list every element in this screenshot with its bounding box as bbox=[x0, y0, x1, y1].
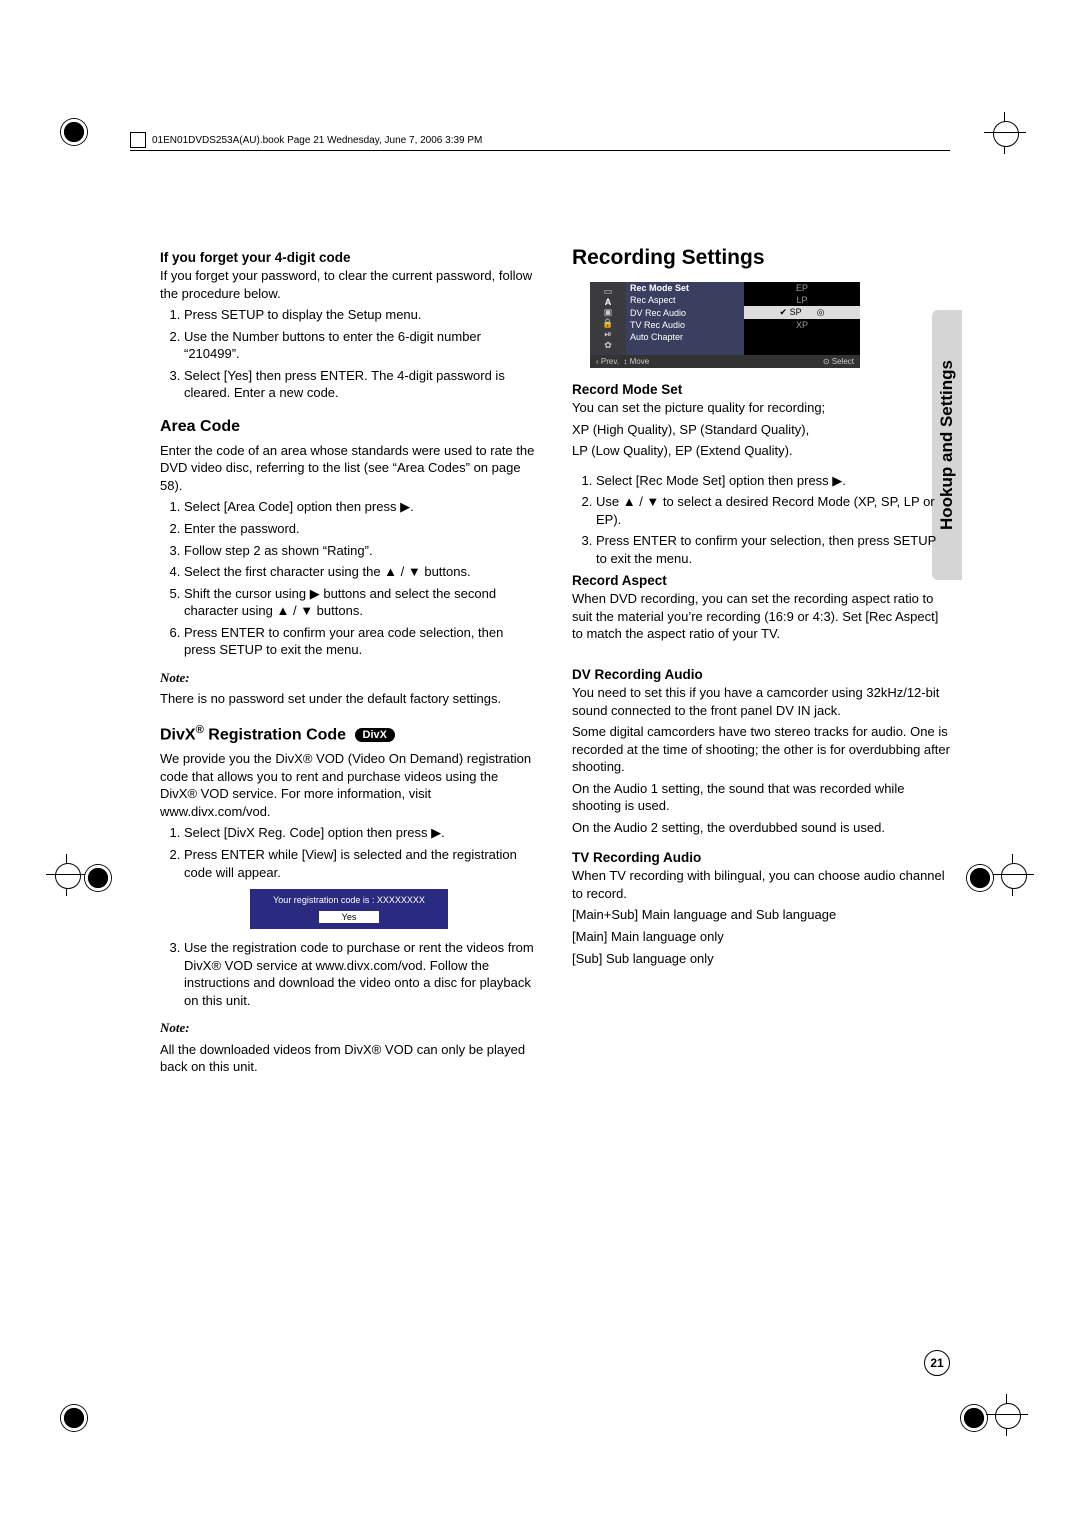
tv-rec-audio-heading: TV Recording Audio bbox=[572, 850, 950, 865]
list-item: Use the registration code to purchase or… bbox=[184, 939, 538, 1009]
book-icon bbox=[130, 132, 146, 148]
osd-menu-screenshot: ▭ A ▣ 🔒 ⏯ ✿ Rec Mode Set EP Rec Aspect L… bbox=[590, 282, 860, 368]
list-item: Press SETUP to display the Setup menu. bbox=[184, 306, 538, 324]
crop-mark bbox=[960, 1404, 988, 1432]
crop-mark bbox=[84, 864, 112, 892]
note-heading: Note: bbox=[160, 669, 538, 687]
menu-item-label: Rec Aspect bbox=[626, 294, 744, 306]
crop-mark bbox=[998, 860, 1028, 890]
rms-steps: Select [Rec Mode Set] option then press … bbox=[572, 472, 950, 568]
rms-line: LP (Low Quality), EP (Extend Quality). bbox=[572, 442, 950, 460]
area-code-steps: Select [Area Code] option then press ▶. … bbox=[160, 498, 538, 658]
area-code-intro: Enter the code of an area whose standard… bbox=[160, 442, 538, 495]
tv-rec-audio-p: [Main] Main language only bbox=[572, 928, 950, 946]
list-item: Use ▲ / ▼ to select a desired Record Mod… bbox=[596, 493, 950, 528]
divx-steps-cont: Use the registration code to purchase or… bbox=[160, 939, 538, 1009]
registration-code-dialog: Your registration code is : XXXXXXXX Yes bbox=[250, 889, 448, 929]
menu-foot-select: ⊙ Select bbox=[823, 357, 854, 366]
list-item: Use the Number buttons to enter the 6-di… bbox=[184, 328, 538, 363]
tv-rec-audio-p: When TV recording with bilingual, you ca… bbox=[572, 867, 950, 902]
divx-heading-post: Registration Code bbox=[204, 726, 346, 743]
list-item: Follow step 2 as shown “Rating”. bbox=[184, 542, 538, 560]
tv-rec-audio-p: [Sub] Sub language only bbox=[572, 950, 950, 968]
crop-mark bbox=[990, 118, 1020, 148]
left-column: If you forget your 4-digit code If you f… bbox=[160, 246, 538, 1080]
dv-rec-audio-p: On the Audio 2 setting, the overdubbed s… bbox=[572, 819, 950, 837]
page-number: 21 bbox=[924, 1350, 950, 1376]
recording-settings-title: Recording Settings bbox=[572, 246, 950, 270]
dv-rec-audio-p: Some digital camcorders have two stereo … bbox=[572, 723, 950, 776]
rms-line: XP (High Quality), SP (Standard Quality)… bbox=[572, 421, 950, 439]
dv-rec-audio-p: On the Audio 1 setting, the sound that w… bbox=[572, 780, 950, 815]
menu-value: LP bbox=[744, 294, 860, 306]
menu-icon: 🔒 bbox=[594, 318, 622, 329]
tv-rec-audio-p: [Main+Sub] Main language and Sub languag… bbox=[572, 906, 950, 924]
list-item: Press ENTER while [View] is selected and… bbox=[184, 846, 538, 881]
menu-foot-move: ↕ Move bbox=[623, 357, 649, 366]
note-body: There is no password set under the defau… bbox=[160, 690, 538, 708]
menu-icon: ✿ bbox=[594, 340, 622, 351]
divx-steps: Select [DivX Reg. Code] option then pres… bbox=[160, 824, 538, 881]
menu-value-selected: ✔ SP ◎ bbox=[744, 306, 860, 319]
divx-heading: DivX® Registration Code DivX bbox=[160, 724, 538, 744]
crop-mark bbox=[60, 118, 88, 146]
page-header: 01EN01DVDS253A(AU).book Page 21 Wednesda… bbox=[130, 130, 950, 151]
note-body: All the downloaded videos from DivX® VOD… bbox=[160, 1041, 538, 1076]
record-aspect-body: When DVD recording, you can set the reco… bbox=[572, 590, 950, 643]
menu-icon: ▭ bbox=[594, 286, 622, 297]
list-item: Select [Yes] then press ENTER. The 4-dig… bbox=[184, 367, 538, 402]
dv-rec-audio-p: You need to set this if you have a camco… bbox=[572, 684, 950, 719]
crop-mark bbox=[966, 864, 994, 892]
crop-mark bbox=[52, 860, 82, 890]
menu-value: SP bbox=[790, 307, 802, 317]
record-aspect-heading: Record Aspect bbox=[572, 573, 950, 588]
menu-value: EP bbox=[744, 282, 860, 294]
forgot-code-steps: Press SETUP to display the Setup menu. U… bbox=[160, 306, 538, 402]
record-mode-set-heading: Record Mode Set bbox=[572, 382, 950, 397]
menu-item-label: Rec Mode Set bbox=[626, 282, 744, 294]
menu-item-label: Auto Chapter bbox=[626, 331, 744, 343]
forgot-code-intro: If you forget your password, to clear th… bbox=[160, 267, 538, 302]
forgot-code-heading: If you forget your 4-digit code bbox=[160, 250, 538, 265]
list-item: Enter the password. bbox=[184, 520, 538, 538]
menu-item-label: TV Rec Audio bbox=[626, 319, 744, 331]
rms-line: You can set the picture quality for reco… bbox=[572, 399, 950, 417]
list-item: Shift the cursor using ▶ buttons and sel… bbox=[184, 585, 538, 620]
list-item: Select the first character using the ▲ /… bbox=[184, 563, 538, 581]
menu-icon: A bbox=[594, 297, 622, 307]
area-code-heading: Area Code bbox=[160, 418, 538, 436]
crop-mark bbox=[992, 1400, 1022, 1430]
menu-item-label: DV Rec Audio bbox=[626, 306, 744, 319]
note-heading: Note: bbox=[160, 1019, 538, 1037]
divx-intro: We provide you the DivX® VOD (Video On D… bbox=[160, 750, 538, 820]
right-column: Recording Settings ▭ A ▣ 🔒 ⏯ ✿ Rec Mode … bbox=[572, 246, 950, 1080]
crop-mark bbox=[60, 1404, 88, 1432]
menu-foot-prev: ‹ Prev. bbox=[596, 357, 619, 366]
divx-badge: DivX bbox=[355, 728, 395, 742]
list-item: Press ENTER to confirm your area code se… bbox=[184, 624, 538, 659]
header-text: 01EN01DVDS253A(AU).book Page 21 Wednesda… bbox=[152, 135, 482, 146]
list-item: Select [DivX Reg. Code] option then pres… bbox=[184, 824, 538, 842]
menu-icon: ⏯ bbox=[594, 329, 622, 340]
registration-code-text: Your registration code is : XXXXXXXX bbox=[254, 895, 444, 905]
menu-icon: ▣ bbox=[594, 307, 622, 318]
menu-value: XP bbox=[744, 319, 860, 331]
list-item: Select [Rec Mode Set] option then press … bbox=[596, 472, 950, 490]
divx-heading-pre: DivX bbox=[160, 726, 196, 743]
list-item: Select [Area Code] option then press ▶. bbox=[184, 498, 538, 516]
registration-yes-button[interactable]: Yes bbox=[319, 911, 379, 923]
list-item: Press ENTER to confirm your selection, t… bbox=[596, 532, 950, 567]
page-number-text: 21 bbox=[930, 1356, 943, 1370]
dv-rec-audio-heading: DV Recording Audio bbox=[572, 667, 950, 682]
